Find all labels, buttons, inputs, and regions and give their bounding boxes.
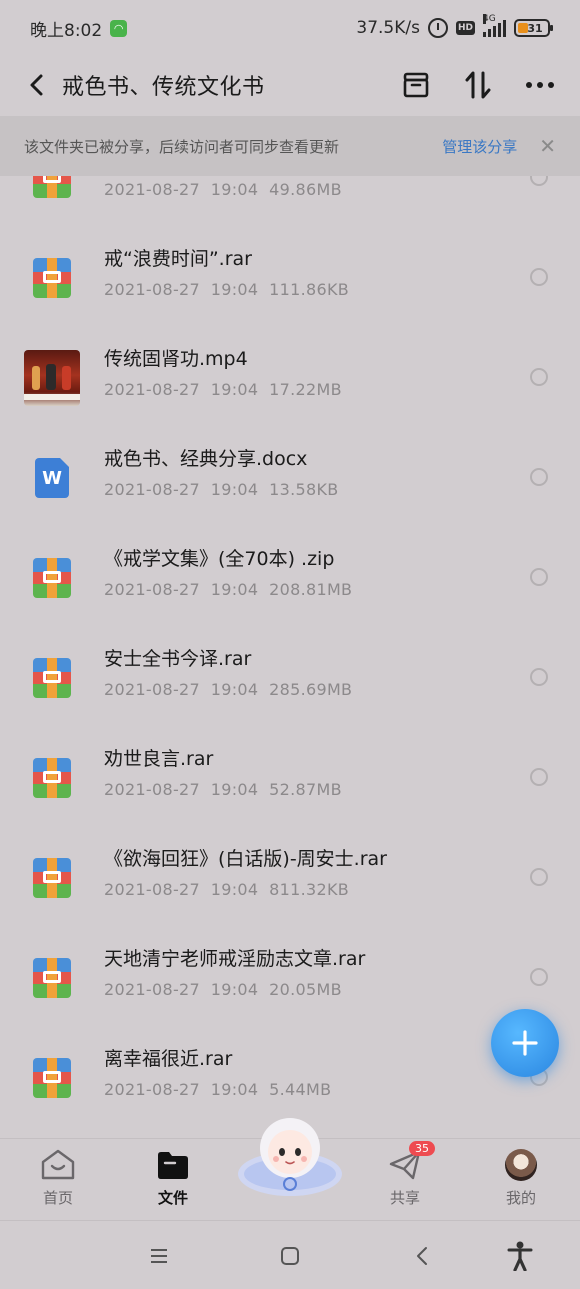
- file-name: 劝世良言.rar: [104, 748, 214, 770]
- list-item[interactable]: 劝世良言.rar 2021-08-27 19:04 52.87MB: [0, 728, 580, 828]
- battery-level: 31: [527, 21, 543, 35]
- battery-icon: 31: [514, 19, 553, 37]
- back-chevron-icon: [417, 1247, 427, 1265]
- file-meta: 2021-08-27 19:04 5.44MB: [104, 1080, 332, 1099]
- menu-icon: [151, 1249, 167, 1263]
- hd-icon: HD: [455, 21, 475, 35]
- paper-plane-icon: 35: [385, 1141, 435, 1183]
- add-button[interactable]: [491, 1009, 559, 1077]
- file-meta: 2021-08-27 19:04 285.69MB: [104, 680, 353, 699]
- select-radio[interactable]: [530, 468, 548, 486]
- signal-icon: 4G: [483, 14, 506, 37]
- mascot-icon: [238, 1118, 342, 1196]
- archive-box-button[interactable]: [396, 65, 436, 105]
- file-meta: 2021-08-27 19:04 20.05MB: [104, 980, 342, 999]
- more-dots-icon: [526, 82, 554, 88]
- home-icon: [38, 1147, 78, 1183]
- select-radio[interactable]: [530, 268, 548, 286]
- select-radio[interactable]: [530, 968, 548, 986]
- network-type: 4G: [483, 14, 496, 24]
- back-nav-button[interactable]: [402, 1239, 442, 1273]
- tab-home[interactable]: 首页: [18, 1147, 98, 1217]
- list-item[interactable]: 传统固肾功.mp4 2021-08-27 19:04 17.22MB: [0, 328, 580, 428]
- file-meta: 2021-08-27 19:04 811.32KB: [104, 880, 350, 899]
- square-home-icon: [281, 1247, 299, 1265]
- file-name: 戒“浪费时间”.rar: [104, 248, 252, 270]
- list-item[interactable]: 天地清宁老师戒淫励志文章.rar 2021-08-27 19:04 20.05M…: [0, 928, 580, 1028]
- select-radio[interactable]: [530, 568, 548, 586]
- file-meta: 2021-08-27 19:04 13.58KB: [104, 480, 339, 499]
- file-name: 安士全书今译.rar: [104, 648, 252, 670]
- tab-files[interactable]: 文件: [133, 1147, 213, 1217]
- tab-share[interactable]: 35 共享: [365, 1141, 445, 1217]
- back-button[interactable]: [22, 65, 52, 105]
- avatar: [501, 1147, 541, 1183]
- select-radio[interactable]: [530, 176, 548, 186]
- select-radio[interactable]: [530, 368, 548, 386]
- file-name: 离幸福很近.rar: [104, 1048, 233, 1070]
- share-banner-text: 该文件夹已被分享，后续访问者可同步查看更新: [24, 137, 340, 156]
- file-name: 《戒学文集》(全70本) .zip: [104, 548, 335, 570]
- file-name: 天地清宁老师戒淫励志文章.rar: [104, 948, 366, 970]
- folder-icon: [153, 1147, 193, 1183]
- system-nav-bar: [0, 1220, 580, 1289]
- file-name: 戒色书、经典分享.docx: [104, 448, 308, 470]
- list-item[interactable]: 《戒学文集》(全70本) .zip 2021-08-27 19:04 208.8…: [0, 528, 580, 628]
- file-meta: 2021-08-27 19:04 17.22MB: [104, 380, 342, 399]
- alarm-icon: [427, 18, 448, 38]
- tab-home-label: 首页: [42, 1189, 73, 1207]
- accessibility-button[interactable]: [500, 1239, 540, 1273]
- tab-me[interactable]: 我的: [481, 1147, 561, 1217]
- file-list: 2021-08-27 19:04 49.86MB 戒“浪费时间”.rar 202…: [0, 176, 580, 1136]
- word-icon: W: [24, 450, 80, 506]
- tab-share-label: 共享: [389, 1189, 420, 1207]
- archive-icon: [24, 250, 80, 306]
- archive-icon: [24, 950, 80, 1006]
- list-item[interactable]: 《欲海回狂》(白话版)-周安士.rar 2021-08-27 19:04 811…: [0, 828, 580, 928]
- more-button[interactable]: [520, 65, 560, 105]
- archive-icon: [24, 176, 80, 206]
- close-icon[interactable]: ✕: [539, 134, 556, 158]
- share-badge: 35: [409, 1141, 435, 1156]
- archive-icon: [24, 650, 80, 706]
- status-bar: 晚上8:02 ◠ 37.5K/s HD 4G 31: [0, 0, 580, 56]
- archive-icon: [24, 1050, 80, 1106]
- list-item[interactable]: 戒“浪费时间”.rar 2021-08-27 19:04 111.86KB: [0, 228, 580, 328]
- sort-icon: [465, 71, 491, 99]
- wechat-notification-icon: ◠: [110, 19, 128, 37]
- title-bar: 戒色书、传统文化书: [0, 56, 580, 114]
- share-banner: 该文件夹已被分享，后续访问者可同步查看更新 管理该分享 ✕: [0, 116, 580, 176]
- back-arrow-icon: [30, 74, 43, 96]
- accessibility-icon: [507, 1241, 533, 1271]
- archive-box-icon: [403, 72, 429, 98]
- manage-share-link[interactable]: 管理该分享: [442, 136, 517, 157]
- file-meta: 2021-08-27 19:04 111.86KB: [104, 280, 350, 299]
- tab-me-label: 我的: [505, 1189, 536, 1207]
- home-nav-button[interactable]: [270, 1239, 310, 1273]
- file-meta: 2021-08-27 19:04 52.87MB: [104, 780, 342, 799]
- list-item[interactable]: 安士全书今译.rar 2021-08-27 19:04 285.69MB: [0, 628, 580, 728]
- plus-icon: [512, 1030, 538, 1056]
- recent-apps-button[interactable]: [139, 1239, 179, 1273]
- select-radio[interactable]: [530, 668, 548, 686]
- archive-icon: [24, 750, 80, 806]
- tab-files-label: 文件: [157, 1189, 188, 1207]
- video-thumbnail: [24, 350, 80, 406]
- file-meta: 2021-08-27 19:04 49.86MB: [104, 180, 342, 199]
- sort-button[interactable]: [458, 65, 498, 105]
- file-name: 《欲海回狂》(白话版)-周安士.rar: [104, 848, 387, 870]
- network-speed: 37.5K/s: [356, 18, 420, 38]
- status-time: 晚上8:02: [30, 20, 103, 41]
- mascot-button[interactable]: [236, 1110, 344, 1202]
- file-meta: 2021-08-27 19:04 208.81MB: [104, 580, 353, 599]
- archive-icon: [24, 850, 80, 906]
- list-item[interactable]: W 戒色书、经典分享.docx 2021-08-27 19:04 13.58KB: [0, 428, 580, 528]
- select-radio[interactable]: [530, 868, 548, 886]
- archive-icon: [24, 550, 80, 606]
- select-radio[interactable]: [530, 768, 548, 786]
- page-title: 戒色书、传统文化书: [62, 75, 265, 100]
- file-name: 传统固肾功.mp4: [104, 348, 248, 370]
- list-item[interactable]: 2021-08-27 19:04 49.86MB: [0, 176, 580, 228]
